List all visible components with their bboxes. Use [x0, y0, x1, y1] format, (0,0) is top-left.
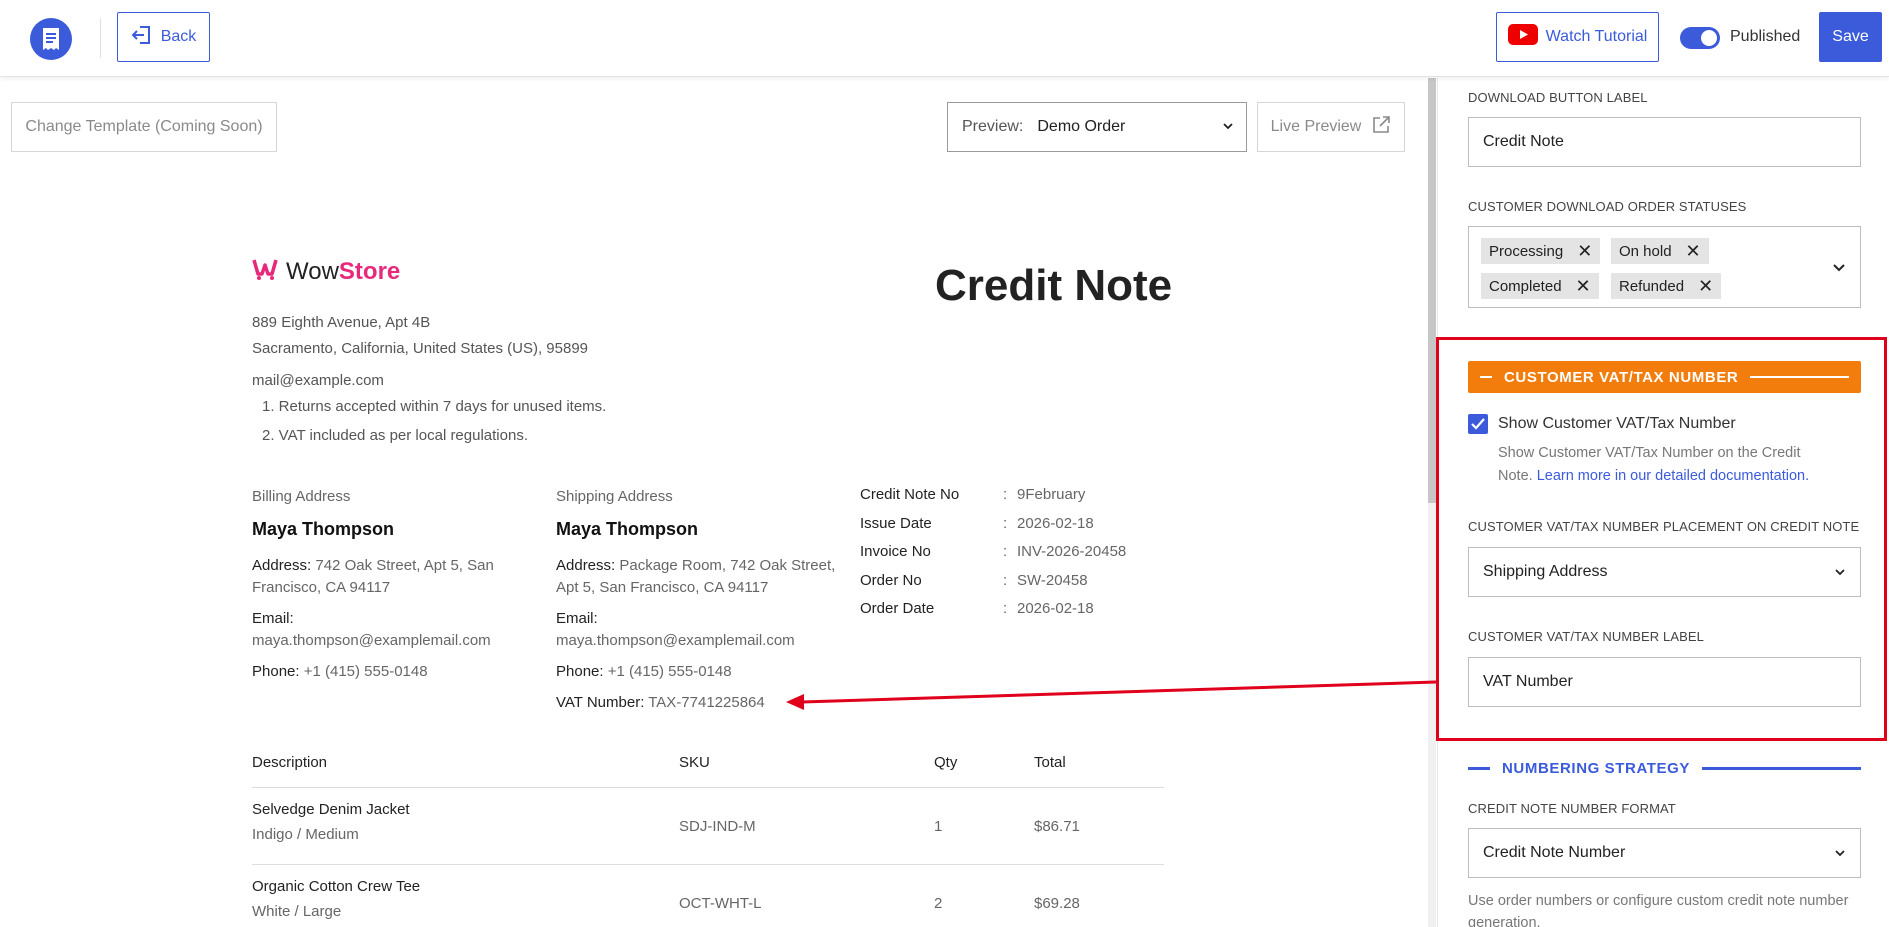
live-preview-button[interactable]: Live Preview [1257, 102, 1405, 152]
store-address-line1: 889 Eighth Avenue, Apt 4B [252, 314, 431, 331]
change-template-button[interactable]: Change Template (Coming Soon) [11, 102, 277, 152]
number-format-select[interactable]: Credit Note Number [1468, 828, 1861, 878]
store-email: mail@example.com [252, 372, 384, 389]
shipping-vat-number: VAT Number: TAX-7741225864 [556, 694, 765, 711]
billing-address: Address: 742 Oak Street, Apt 5, San Franc… [252, 557, 494, 596]
preview-order-select[interactable]: Preview: Demo Order [947, 102, 1247, 152]
watch-tutorial-label: Watch Tutorial [1545, 28, 1648, 45]
shipping-name: Maya Thompson [556, 519, 699, 539]
show-vat-label: Show Customer VAT/Tax Number [1498, 415, 1736, 432]
back-button[interactable]: Back [117, 12, 210, 62]
chevron-down-icon [1222, 119, 1234, 137]
vat-label-input[interactable]: VAT Number [1468, 657, 1861, 707]
close-icon[interactable]: ✕ [1576, 276, 1591, 297]
close-icon[interactable]: ✕ [1698, 276, 1713, 297]
wowstore-logo-icon [252, 256, 280, 287]
store-address-line2: Sacramento, California, United States (U… [252, 340, 588, 357]
divider [100, 18, 101, 58]
table-divider [252, 864, 1164, 865]
shipping-email: Email: maya.thompson@examplemail.com [556, 610, 795, 649]
published-toggle[interactable] [1680, 27, 1720, 49]
close-icon[interactable]: ✕ [1577, 241, 1592, 262]
chevron-down-icon[interactable] [1832, 260, 1846, 279]
document-preview: Change Template (Coming Soon) Preview: D… [0, 78, 1428, 927]
table-row-variant: Indigo / Medium [252, 826, 359, 843]
back-arrow-icon [131, 25, 151, 49]
notes-list: 1. Returns accepted within 7 days for un… [262, 398, 606, 456]
numbering-section-header: NUMBERING STRATEGY [1468, 756, 1861, 780]
number-format-heading: CREDIT NOTE NUMBER FORMAT [1468, 801, 1676, 816]
brand-wow: Wow [286, 257, 339, 285]
table-header-total: Total [1034, 754, 1066, 771]
document-title: Credit Note [935, 261, 1173, 310]
status-tag: Completed ✕ [1481, 273, 1599, 299]
download-label-input[interactable]: Credit Note [1468, 117, 1861, 167]
table-row-total: $69.28 [1034, 895, 1080, 912]
table-row-qty: 2 [934, 895, 943, 912]
status-tag: On hold ✕ [1611, 238, 1709, 264]
watch-tutorial-button[interactable]: Watch Tutorial [1496, 12, 1659, 62]
show-vat-checkbox[interactable] [1468, 414, 1488, 434]
table-row-total: $86.71 [1034, 818, 1080, 835]
download-label-heading: DOWNLOAD BUTTON LABEL [1468, 90, 1648, 105]
chevron-down-icon [1834, 565, 1846, 583]
brand-store: Store [338, 257, 401, 285]
back-label: Back [160, 28, 197, 45]
billing-name: Maya Thompson [252, 519, 395, 539]
external-link-icon [1371, 115, 1391, 140]
shipping-heading: Shipping Address [556, 488, 673, 505]
documentation-link[interactable]: Learn more in our detailed documentation… [1537, 468, 1809, 484]
shipping-phone: Phone: +1 (415) 555-0148 [556, 663, 732, 680]
close-icon[interactable]: ✕ [1686, 241, 1701, 262]
table-divider [252, 787, 1164, 788]
order-statuses-multiselect[interactable]: Processing ✕ On hold ✕ Completed ✕ Refunded… [1468, 226, 1861, 308]
billing-phone: Phone: +1 (415) 555-0148 [252, 663, 428, 680]
app-logo-icon[interactable] [30, 18, 72, 60]
meta-row: Order No: SW-20458 [860, 571, 1088, 589]
meta-row: Order Date:2026-02-18 [860, 600, 1094, 617]
placement-select[interactable]: Shipping Address [1468, 547, 1861, 597]
meta-row: Invoice No: INV-2026-20458 [860, 543, 1127, 560]
settings-panel: DOWNLOAD BUTTON LABEL Credit Note CUSTOM… [1437, 78, 1889, 927]
table-row-name: Selvedge Denim Jacket [252, 801, 410, 818]
status-tag: Processing ✕ [1481, 238, 1601, 264]
preview-select-value: Demo Order [1037, 118, 1126, 135]
billing-email: Email: maya.thompson@examplemail.com [252, 610, 491, 649]
table-row-variant: White / Large [252, 903, 342, 920]
placement-heading: CUSTOMER VAT/TAX NUMBER PLACEMENT ON CRE… [1468, 519, 1860, 534]
table-header-qty: Qty [934, 754, 958, 771]
table-row-sku: OCT-WHT-L [679, 895, 762, 912]
top-bar: Back Watch Tutorial Published Save [0, 0, 1889, 77]
note-item: 1. Returns accepted within 7 days for un… [262, 398, 607, 415]
number-format-help: Use order numbers or configure custom cr… [1468, 893, 1849, 927]
meta-row: Issue Date:2026-02-18 [860, 514, 1094, 532]
table-row-name: Organic Cotton Crew Tee [252, 878, 421, 895]
vat-section-title: CUSTOMER VAT/TAX NUMBER [1504, 368, 1739, 386]
save-button[interactable]: Save [1819, 12, 1882, 62]
note-item: 2. VAT included as per local regulations… [262, 427, 528, 444]
store-logo: WowStore [252, 256, 400, 287]
table-header-sku: SKU [679, 754, 710, 771]
billing-heading: Billing Address [252, 488, 351, 505]
status-tag: Refunded ✕ [1611, 273, 1722, 299]
chevron-down-icon [1834, 846, 1846, 864]
table-row-sku: SDJ-IND-M [679, 818, 756, 835]
vat-help-text: Show Customer VAT/Tax Number on the Cred… [1498, 445, 1810, 484]
preview-scrollbar[interactable] [1428, 78, 1436, 927]
vat-section-header: CUSTOMER VAT/TAX NUMBER [1468, 361, 1861, 393]
preview-select-prefix: Preview: [962, 118, 1024, 135]
shipping-address: Address: Package Room, 742 Oak Street, Ap… [556, 557, 836, 596]
youtube-icon [1507, 24, 1538, 50]
table-row-qty: 1 [934, 818, 943, 835]
scrollbar-thumb[interactable] [1428, 78, 1436, 503]
meta-row: Credit Note No:9February [860, 486, 1086, 503]
numbering-section-title: NUMBERING STRATEGY [1502, 759, 1691, 777]
live-preview-label: Live Preview [1270, 118, 1362, 135]
published-label: Published [1730, 28, 1801, 45]
vat-label-heading: CUSTOMER VAT/TAX NUMBER LABEL [1468, 629, 1704, 644]
table-header-description: Description [252, 754, 328, 771]
statuses-heading: CUSTOMER DOWNLOAD ORDER STATUSES [1468, 199, 1747, 214]
credit-note-meta: Credit Note No:9February Issue Date:2026… [860, 486, 1126, 629]
